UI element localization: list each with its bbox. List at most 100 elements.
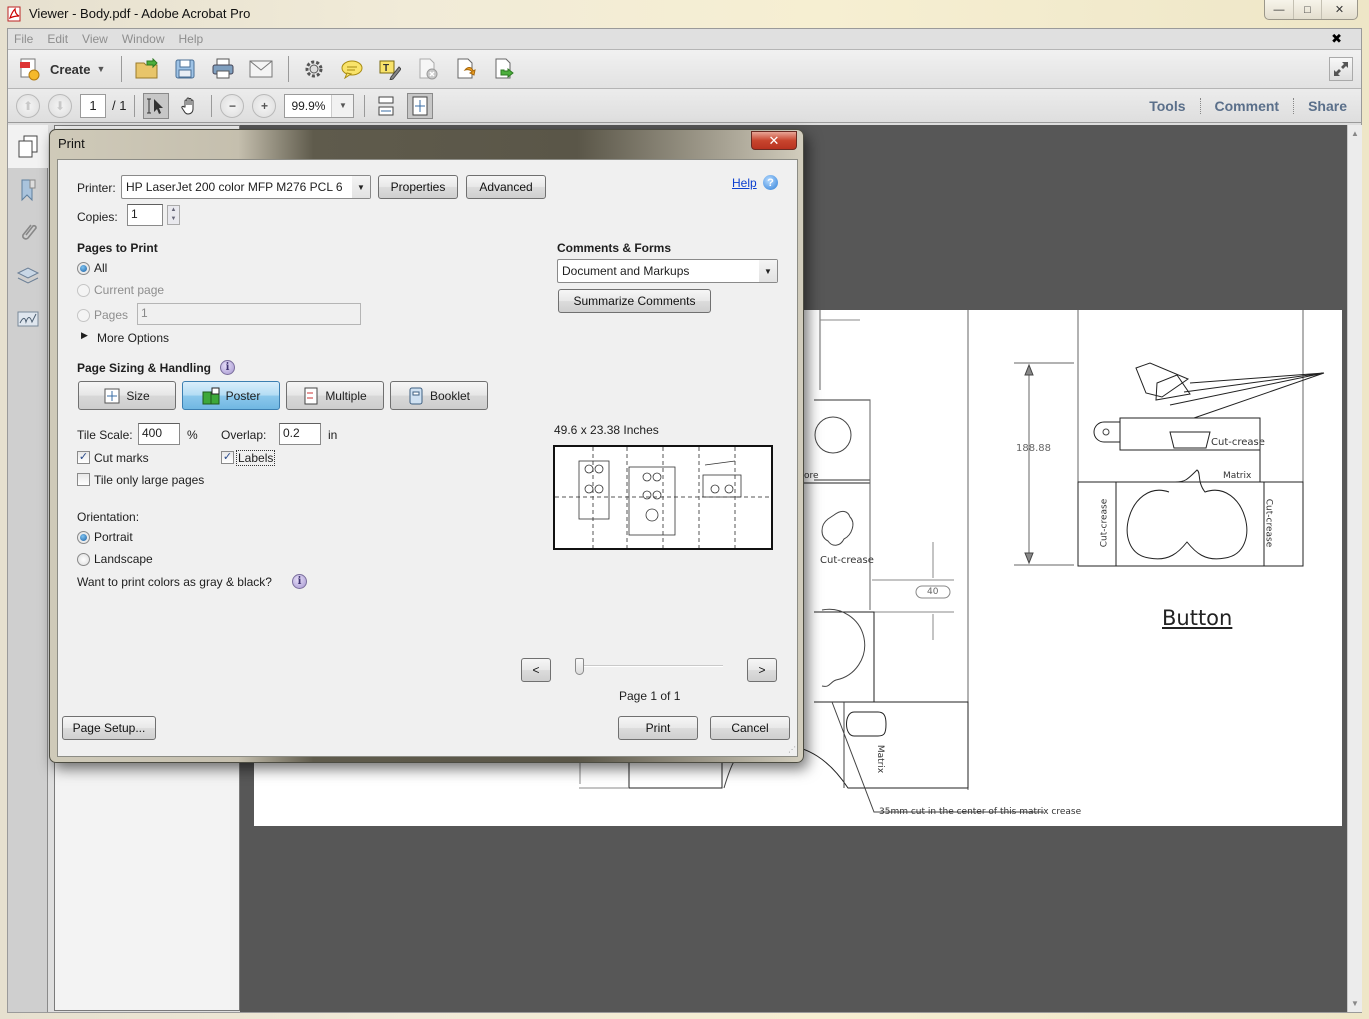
pages-to-print-heading: Pages to Print — [77, 241, 158, 255]
comment-button[interactable] — [339, 56, 365, 82]
tile-large-pages-checkbox[interactable] — [77, 473, 90, 486]
preview-prev-button[interactable]: < — [521, 658, 551, 682]
minus-icon: − — [228, 98, 236, 113]
save-button[interactable] — [172, 56, 198, 82]
text-edit-icon: T — [379, 60, 402, 80]
minimize-button[interactable]: — — [1265, 0, 1293, 19]
more-options-toggle[interactable]: More Options — [97, 331, 169, 345]
copies-stepper[interactable]: ▲ ▼ — [167, 205, 180, 225]
chevron-down-icon[interactable]: ▼ — [331, 94, 354, 117]
signature-icon — [17, 311, 39, 326]
advanced-button[interactable]: Advanced — [466, 175, 546, 199]
scroll-up-icon[interactable]: ▲ — [1351, 129, 1359, 138]
share-file-button[interactable] — [491, 56, 517, 82]
vertical-scrollbar[interactable]: ▲ ▼ — [1347, 125, 1362, 1012]
full-screen-button[interactable] — [1329, 57, 1353, 81]
size-mode-button[interactable]: Size — [78, 381, 176, 410]
button-title: Button — [1162, 606, 1233, 630]
fit-width-button[interactable] — [373, 93, 399, 119]
portrait-radio[interactable] — [77, 531, 90, 544]
copies-input[interactable]: 1 — [127, 204, 163, 226]
signatures-button[interactable] — [8, 297, 48, 340]
page-thumbnails-button[interactable] — [8, 125, 48, 168]
tile-large-pages-label: Tile only large pages — [94, 473, 205, 487]
settings-button[interactable] — [301, 56, 327, 82]
dialog-close-button[interactable]: ✕ — [751, 131, 797, 150]
fit-width-icon — [378, 96, 394, 115]
hand-tool-button[interactable] — [177, 93, 203, 119]
printer-select[interactable]: HP LaserJet 200 color MFP M276 PCL 6 ▼ — [121, 175, 371, 199]
overlap-unit: in — [328, 428, 338, 442]
page-number-input[interactable]: 1 — [80, 93, 106, 118]
zoom-value[interactable]: 99.9% — [285, 95, 331, 117]
create-button[interactable]: Create ▼ — [18, 57, 105, 81]
summarize-comments-button[interactable]: Summarize Comments — [558, 289, 711, 313]
menu-window[interactable]: Window — [122, 32, 165, 46]
poster-mode-button[interactable]: Poster — [182, 381, 280, 410]
previous-page-button[interactable]: ⬆ — [16, 93, 40, 118]
stepper-down-icon[interactable]: ▼ — [168, 215, 179, 224]
menu-edit[interactable]: Edit — [47, 32, 68, 46]
zoom-out-button[interactable]: − — [220, 93, 245, 118]
select-tool-button[interactable] — [143, 92, 170, 119]
portrait-label: Portrait — [94, 530, 133, 544]
labels-checkbox[interactable]: ✓ — [221, 451, 234, 464]
window-titlebar: Viewer - Body.pdf - Adobe Acrobat Pro — … — [0, 0, 1369, 28]
print-button[interactable]: Print — [618, 716, 698, 740]
comment-link[interactable]: Comment — [1199, 98, 1294, 114]
zoom-level-select[interactable]: 99.9% ▼ — [284, 93, 355, 118]
menu-view[interactable]: View — [82, 32, 108, 46]
pages-all-radio[interactable] — [77, 262, 90, 275]
stepper-up-icon[interactable]: ▲ — [168, 206, 179, 215]
document-delete-icon — [419, 58, 438, 80]
bookmarks-button[interactable] — [8, 168, 48, 211]
triangle-right-icon[interactable]: ▶ — [81, 330, 88, 341]
comments-forms-select[interactable]: Document and Markups ▼ — [557, 259, 778, 283]
preview-page-slider[interactable] — [578, 665, 723, 667]
help-link[interactable]: Help — [732, 176, 757, 190]
layers-button[interactable] — [8, 254, 48, 297]
window-close-button[interactable]: ✕ — [1321, 0, 1357, 19]
tile-scale-input[interactable]: 400 — [138, 423, 180, 445]
pages-all-label: All — [94, 261, 108, 275]
pages-current-radio[interactable] — [77, 284, 90, 297]
fit-page-button[interactable] — [407, 92, 434, 119]
pages-range-radio[interactable] — [77, 309, 90, 322]
cut-marks-checkbox[interactable]: ✓ — [77, 451, 90, 464]
open-button[interactable] — [134, 56, 160, 82]
document-export-icon — [457, 58, 477, 79]
delete-page-button[interactable] — [415, 56, 441, 82]
maximize-button[interactable]: □ — [1293, 0, 1321, 19]
typewriter-button[interactable]: T — [377, 56, 403, 82]
scroll-down-icon[interactable]: ▼ — [1351, 999, 1359, 1008]
booklet-mode-button[interactable]: Booklet — [390, 381, 488, 410]
copies-label: Copies: — [77, 210, 118, 224]
cancel-button[interactable]: Cancel — [710, 716, 790, 740]
overlap-input[interactable]: 0.2 — [279, 423, 321, 445]
menu-help[interactable]: Help — [179, 32, 204, 46]
zoom-in-button[interactable]: + — [252, 93, 277, 118]
dimension-40-label: 40 — [927, 587, 939, 597]
next-page-button[interactable]: ⬇ — [48, 93, 72, 118]
email-button[interactable] — [248, 56, 274, 82]
properties-button[interactable]: Properties — [378, 175, 458, 199]
tools-link[interactable]: Tools — [1135, 98, 1199, 114]
multiple-mode-button[interactable]: Multiple — [286, 381, 384, 410]
menu-file[interactable]: File — [14, 32, 33, 46]
speech-bubble-icon — [341, 60, 363, 79]
slider-thumb[interactable] — [575, 658, 584, 675]
attachments-button[interactable] — [8, 211, 48, 254]
export-button[interactable] — [453, 56, 479, 82]
resize-grip-icon[interactable]: ⋰ — [788, 745, 796, 754]
info-icon[interactable]: i — [220, 360, 235, 375]
info-icon[interactable]: i — [292, 574, 307, 589]
landscape-radio[interactable] — [77, 553, 90, 566]
share-link[interactable]: Share — [1293, 98, 1361, 114]
print-button[interactable] — [210, 56, 236, 82]
dimension-height-label: 188.88 — [1016, 443, 1051, 454]
page-setup-button[interactable]: Page Setup... — [62, 716, 156, 740]
document-close-icon[interactable]: ✖ — [1331, 31, 1342, 47]
preview-next-button[interactable]: > — [747, 658, 777, 682]
help-icon[interactable]: ? — [763, 175, 778, 190]
pages-range-input[interactable]: 1 — [137, 303, 361, 325]
